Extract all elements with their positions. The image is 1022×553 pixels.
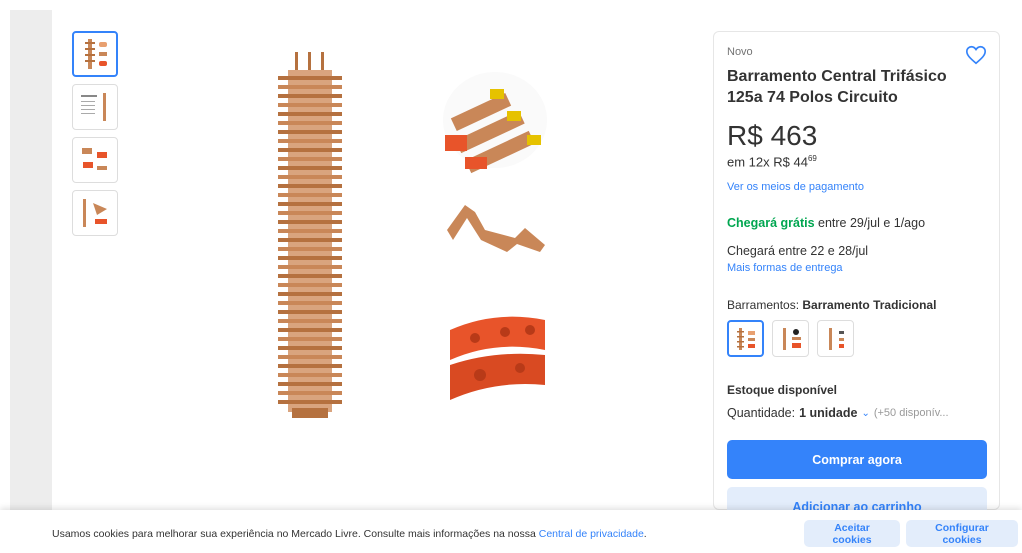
- busbar-fin: [278, 121, 342, 125]
- busbar-fin: [278, 265, 342, 269]
- busbar-fin: [278, 400, 342, 404]
- quantity-label: Quantidade:: [727, 406, 796, 421]
- insulator-blocks: [450, 316, 545, 400]
- busbar-fin: [278, 283, 342, 287]
- busbar-fin: [278, 310, 342, 314]
- busbar-fin: [278, 364, 342, 368]
- stock-label: Estoque disponível: [727, 383, 838, 398]
- busbar-fin: [278, 193, 342, 197]
- busbar-fin: [278, 76, 342, 80]
- thumbnail-1[interactable]: [72, 31, 118, 77]
- cookie-message-period: .: [643, 528, 647, 540]
- more-shipping-link[interactable]: Mais formas de entrega: [727, 262, 986, 274]
- busbar-fin: [278, 85, 342, 89]
- thumbnail-3[interactable]: [72, 137, 118, 183]
- main-product-image: [278, 52, 547, 418]
- alt-shipping-info: Chegará entre 22 e 28/jul: [727, 244, 869, 259]
- busbar-fin: [278, 229, 342, 233]
- thumbnail-gallery: [72, 31, 118, 243]
- cookie-message: Usamos cookies para melhorar sua experiê…: [52, 528, 647, 540]
- variant-option-1[interactable]: [727, 320, 764, 358]
- installments-cents: 69: [807, 154, 817, 163]
- busbar-fin: [278, 130, 342, 134]
- busbar-fin: [278, 301, 342, 305]
- busbar-fin: [278, 139, 342, 143]
- payment-methods-link[interactable]: Ver os meios de pagamento: [727, 181, 986, 193]
- busbar-fin: [278, 373, 342, 377]
- variant-2-image: [782, 327, 801, 350]
- variant-label: Barramentos: Barramento Tradicional: [727, 298, 986, 312]
- busbar-fin: [278, 211, 342, 215]
- buy-box: Novo Barramento Central Trifásico 125a 7…: [713, 31, 1000, 527]
- heart-icon[interactable]: [965, 44, 987, 66]
- variant-3-image: [828, 327, 844, 350]
- free-shipping-dates: entre 29/jul e 1/ago: [814, 216, 926, 231]
- busbar-fin: [278, 337, 342, 341]
- thumbnail-busbar-image: [85, 39, 107, 69]
- variant-label-prefix: Barramentos:: [727, 298, 803, 313]
- busbar-fin: [278, 94, 342, 98]
- busbar-fin: [278, 391, 342, 395]
- variant-1-image: [736, 327, 755, 350]
- price-value: R$ 463: [727, 120, 818, 151]
- price: R$ 463: [727, 120, 986, 152]
- busbar-fin: [278, 112, 342, 116]
- variant-picker: [727, 320, 986, 358]
- accept-cookies-button[interactable]: Aceitar cookies: [804, 520, 900, 547]
- quantity-value: 1 unidade: [799, 406, 858, 421]
- cookie-banner: Usamos cookies para melhorar sua experiê…: [0, 510, 1022, 553]
- thumbnail-2[interactable]: [72, 84, 118, 130]
- busbar-column: [278, 52, 342, 418]
- variant-selected-name: Barramento Tradicional: [802, 298, 937, 313]
- thumbnail-spec-sheet-image: [81, 93, 106, 121]
- busbar-fin: [278, 346, 342, 350]
- chevron-down-icon: ⌄: [861, 407, 870, 419]
- variant-option-3[interactable]: [817, 320, 854, 358]
- variant-option-2[interactable]: [772, 320, 809, 358]
- installments-text: em 12x R$ 44: [727, 154, 808, 170]
- buy-now-button[interactable]: Comprar agora: [727, 440, 987, 480]
- thumbnail-assembly-image: [83, 199, 107, 227]
- installments: em 12x R$ 4469: [727, 154, 986, 169]
- privacy-center-link[interactable]: Central de privacidade: [539, 528, 644, 540]
- busbar-fin: [278, 175, 342, 179]
- busbar-fin: [278, 328, 342, 332]
- condition-label: Novo: [727, 46, 753, 58]
- busbar-fin: [278, 256, 342, 260]
- product-title: Barramento Central Trifásico 125a 74 Pol…: [727, 68, 947, 106]
- free-shipping-label: Chegará grátis: [727, 216, 815, 231]
- busbar-fin: [278, 274, 342, 278]
- busbar-fin: [278, 220, 342, 224]
- quantity-selector[interactable]: Quantidade: 1 unidade ⌄ (+50 disponív...: [727, 406, 986, 420]
- busbar-fin: [278, 238, 342, 242]
- free-shipping-info: Chegará grátis entre 29/jul e 1/ago: [727, 216, 986, 230]
- busbar-fin: [278, 319, 342, 323]
- thumbnail-parts-image: [82, 148, 107, 170]
- busbar-fin: [278, 103, 342, 107]
- busbar-fin: [278, 355, 342, 359]
- busbar-fin: [278, 382, 342, 386]
- busbar-fin: [278, 184, 342, 188]
- terminal-closeup: [443, 72, 547, 174]
- busbar-fin: [278, 247, 342, 251]
- cookie-message-text: Usamos cookies para melhorar sua experiê…: [52, 528, 539, 540]
- busbar-fin: [278, 292, 342, 296]
- busbar-fin: [278, 202, 342, 206]
- configure-cookies-button[interactable]: Configurar cookies: [906, 520, 1018, 547]
- quantity-available: (+50 disponív...: [873, 407, 949, 420]
- thumbnail-4[interactable]: [72, 190, 118, 236]
- busbar-fin: [278, 157, 342, 161]
- busbar-fin: [278, 148, 342, 152]
- copper-strip: [447, 205, 545, 252]
- busbar-fin: [278, 166, 342, 170]
